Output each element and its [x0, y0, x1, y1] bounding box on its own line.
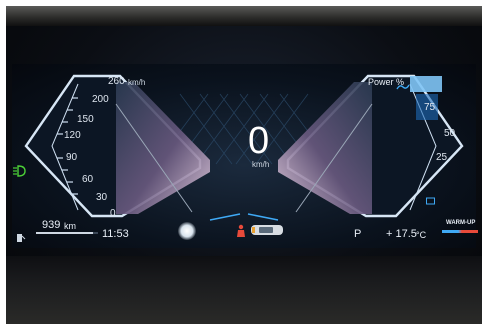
temperature-unit: °C	[416, 230, 427, 240]
battery-icon	[426, 192, 436, 205]
gear-indicator: P	[354, 228, 362, 240]
speedometer-fill	[116, 82, 210, 214]
eco-mode-icon	[396, 78, 410, 90]
speed-tick-0: 0	[110, 208, 116, 219]
speed-tick-30: 30	[96, 192, 108, 203]
dashboard-photo: 260 km/h 200 150 120 90 60 30 0 0 km/h P…	[6, 6, 482, 324]
instrument-cluster-display: 260 km/h 200 150 120 90 60 30 0 0 km/h P…	[12, 64, 476, 248]
power-tick-75: 75	[424, 102, 436, 113]
bottom-bezel	[6, 256, 482, 324]
seatbelt-warning-icon	[236, 224, 246, 238]
speed-tick-260: 260	[108, 76, 125, 87]
power-charge-indicator	[410, 76, 442, 92]
headlight-icon	[12, 164, 26, 177]
speed-bar-left	[209, 213, 241, 221]
fuel-pump-icon	[16, 230, 26, 242]
range-unit: km	[64, 221, 76, 231]
current-speed-unit: km/h	[252, 160, 270, 169]
power-tick-25: 25	[436, 152, 448, 163]
range-value: 939	[42, 219, 61, 231]
light-reflection	[178, 222, 196, 240]
top-bezel	[6, 6, 482, 26]
power-gauge-fill	[278, 82, 372, 214]
speed-max-unit: km/h	[128, 78, 146, 87]
clock: 11:53	[102, 228, 129, 240]
range-bar-fill	[36, 232, 94, 234]
speed-tick-90: 90	[66, 152, 78, 163]
warmup-label: WARM-UP	[446, 220, 476, 226]
gauge-graphics	[24, 74, 464, 221]
warmup-bar	[442, 230, 478, 233]
car-top-view-icon	[250, 222, 284, 238]
outside-temperature: + 17.5	[386, 228, 417, 240]
power-tick-50: 50	[444, 128, 456, 139]
speed-tick-60: 60	[82, 174, 94, 185]
speed-tick-120: 120	[64, 130, 81, 141]
current-speed-readout: 0	[248, 120, 270, 162]
range-bar	[36, 232, 98, 234]
speed-tick-150: 150	[77, 114, 94, 125]
speed-tick-200: 200	[92, 94, 109, 105]
speed-bar-right	[247, 213, 279, 221]
